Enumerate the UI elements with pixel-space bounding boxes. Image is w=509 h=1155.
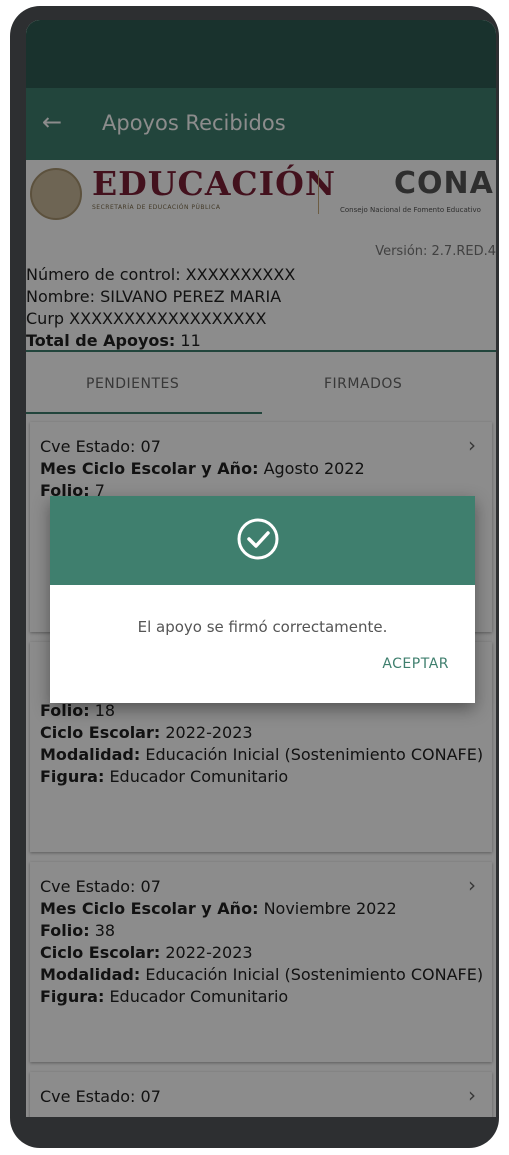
aceptar-button[interactable]: ACEPTAR xyxy=(382,656,449,672)
success-dialog: El apoyo se firmó correctamente. ACEPTAR xyxy=(50,496,475,703)
navigation-bar xyxy=(26,1117,496,1131)
dialog-header xyxy=(50,496,475,585)
check-circle-icon xyxy=(237,518,279,560)
screen: ← Apoyos Recibidos EDUCACIÓN SECRETARÍA … xyxy=(26,20,496,1117)
dialog-message: El apoyo se firmó correctamente. xyxy=(137,618,388,636)
